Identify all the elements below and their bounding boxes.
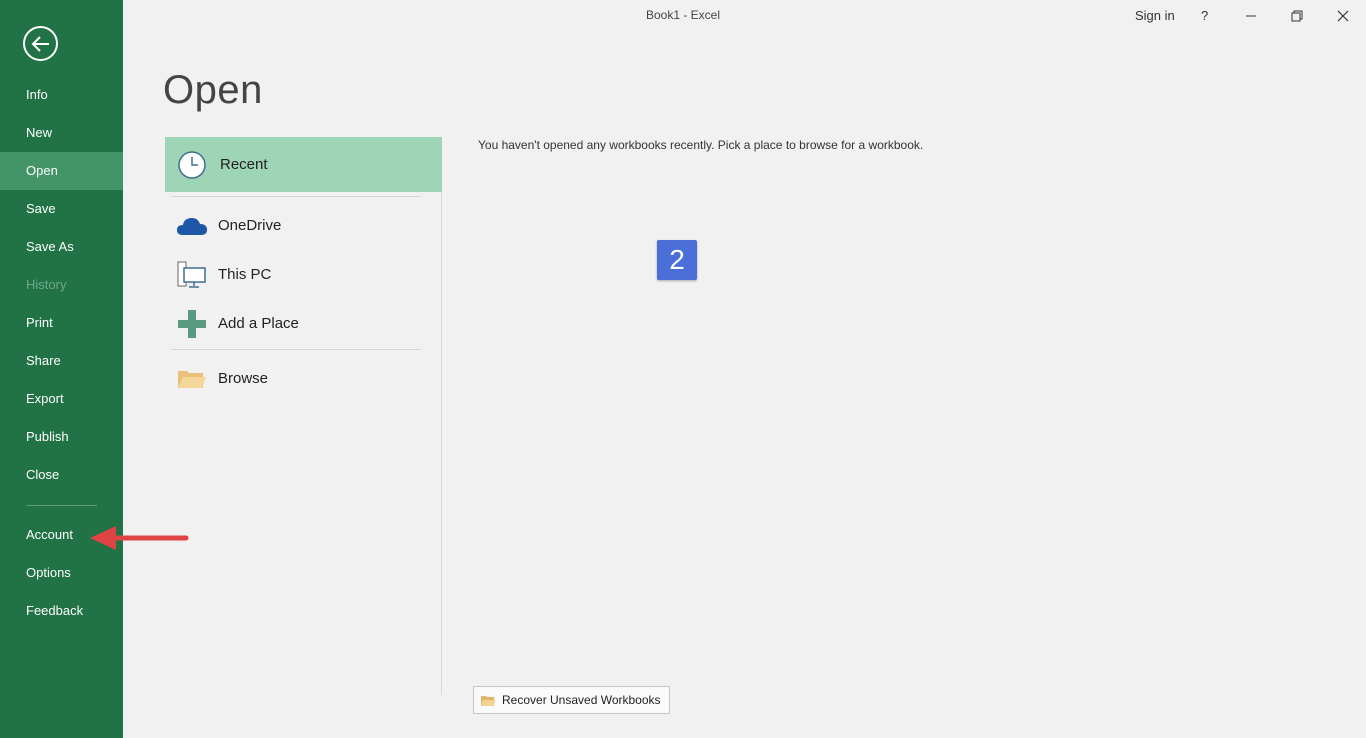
place-recent[interactable]: Recent: [165, 137, 442, 192]
minimize-icon[interactable]: [1228, 0, 1274, 32]
folder-icon: [165, 368, 218, 390]
annotation-arrow-icon: [90, 526, 189, 550]
place-divider: [171, 196, 421, 197]
place-label: Recent: [220, 156, 268, 173]
close-window-icon[interactable]: [1320, 0, 1366, 32]
plus-icon: [165, 309, 218, 338]
help-button[interactable]: ?: [1201, 8, 1208, 23]
nav-new[interactable]: New: [0, 114, 123, 152]
nav-open[interactable]: Open: [0, 152, 123, 190]
nav-print[interactable]: Print: [0, 304, 123, 342]
nav-share[interactable]: Share: [0, 342, 123, 380]
clock-icon: [165, 150, 218, 180]
places-list: Recent OneDrive This PC Add a Place Brow…: [165, 137, 442, 695]
nav-info[interactable]: Info: [0, 76, 123, 114]
place-label: OneDrive: [218, 217, 282, 234]
nav-save-as[interactable]: Save As: [0, 228, 123, 266]
folder-icon: [480, 694, 496, 707]
back-arrow-icon[interactable]: [23, 26, 58, 61]
place-browse[interactable]: Browse: [165, 354, 442, 403]
recover-button-label: Recover Unsaved Workbooks: [502, 693, 661, 707]
nav-feedback[interactable]: Feedback: [0, 592, 123, 630]
place-label: Add a Place: [218, 315, 299, 332]
nav-history: History: [26, 277, 67, 292]
restore-icon[interactable]: [1274, 0, 1320, 32]
computer-icon: [165, 260, 218, 290]
nav-publish[interactable]: Publish: [0, 418, 123, 456]
empty-recent-message: You haven't opened any workbooks recentl…: [478, 138, 924, 152]
onedrive-cloud-icon: [165, 215, 218, 237]
nav-save[interactable]: Save: [0, 190, 123, 228]
place-add-a-place[interactable]: Add a Place: [165, 299, 442, 348]
place-label: This PC: [218, 266, 272, 283]
nav-options[interactable]: Options: [0, 554, 123, 592]
nav-divider: [26, 505, 97, 506]
nav-export[interactable]: Export: [0, 380, 123, 418]
place-this-pc[interactable]: This PC: [165, 250, 442, 299]
nav-close[interactable]: Close: [0, 456, 123, 494]
recover-unsaved-workbooks-button[interactable]: Recover Unsaved Workbooks: [473, 686, 670, 714]
backstage-nav: Info New Open Save Save As History Print…: [0, 0, 123, 738]
sign-in-link[interactable]: Sign in: [1135, 8, 1175, 23]
place-divider: [171, 349, 421, 350]
place-onedrive[interactable]: OneDrive: [165, 201, 442, 250]
place-label: Browse: [218, 370, 269, 387]
page-title: Open: [163, 68, 263, 112]
step-badge: 2: [657, 240, 697, 280]
